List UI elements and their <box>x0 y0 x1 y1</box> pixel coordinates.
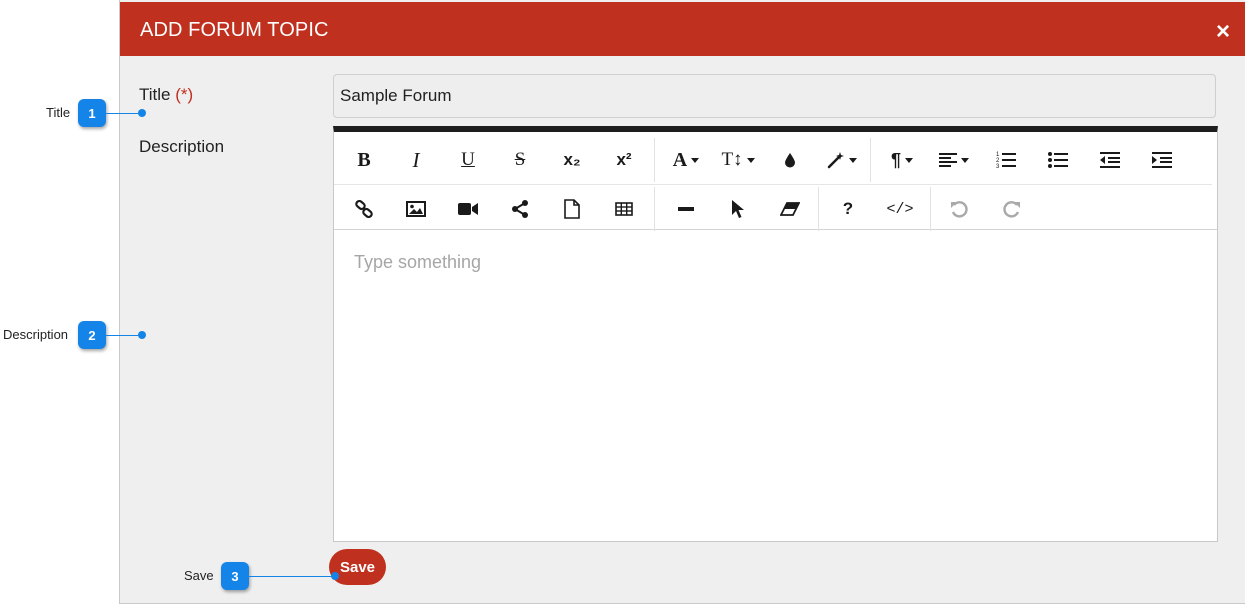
eraser-icon <box>780 202 800 216</box>
toolbar-row-2: ? </> <box>334 185 1212 233</box>
toolbar-separator <box>818 187 819 231</box>
cursor-icon <box>732 200 744 218</box>
chevron-down-icon <box>691 157 700 163</box>
toolbar-separator <box>930 187 931 231</box>
callout-badge-3: 3 <box>221 562 249 590</box>
insert-table-button[interactable] <box>602 189 646 229</box>
underline-button[interactable]: U <box>446 140 490 180</box>
insert-document-button[interactable] <box>550 189 594 229</box>
title-label-text: Title <box>139 85 171 104</box>
callout-label-save: Save <box>184 568 214 583</box>
italic-button[interactable]: I <box>394 140 438 180</box>
color-button[interactable] <box>768 140 812 180</box>
strikethrough-icon: S <box>514 149 526 170</box>
style-button[interactable] <box>820 140 864 180</box>
indent-button[interactable] <box>1140 140 1184 180</box>
underline-icon: U <box>461 149 475 170</box>
outdent-button[interactable] <box>1088 140 1132 180</box>
callout-leader-3 <box>249 576 335 577</box>
chevron-down-icon <box>961 157 969 163</box>
ordered-list-icon: 123 <box>996 152 1016 169</box>
video-icon <box>458 203 478 215</box>
callout-leader-1 <box>106 113 142 114</box>
callout-badge-2: 2 <box>78 321 106 349</box>
callout-dot-2 <box>138 331 146 339</box>
align-button[interactable] <box>932 140 976 180</box>
chevron-down-icon <box>905 157 913 163</box>
unordered-list-icon <box>1048 152 1068 168</box>
unordered-list-button[interactable] <box>1036 140 1080 180</box>
save-button[interactable]: Save <box>329 549 386 585</box>
indent-icon <box>1152 152 1172 168</box>
bold-button[interactable]: B <box>342 140 386 180</box>
align-left-icon <box>939 153 957 167</box>
editor-placeholder: Type something <box>354 252 482 272</box>
callout-label-description: Description <box>3 327 69 342</box>
modal-header: ADD FORUM TOPIC × <box>120 2 1245 56</box>
description-label: Description <box>139 137 225 156</box>
table-icon <box>615 202 633 216</box>
outdent-icon <box>1100 152 1120 168</box>
modal-title: ADD FORUM TOPIC <box>140 19 329 41</box>
add-forum-topic-modal: ADD FORUM TOPIC × Title (*) Description … <box>119 0 1245 604</box>
toolbar-separator <box>870 138 871 182</box>
toolbar-row-1: B I U S x₂ x² A T↕ ¶ 1 2 3 <box>334 136 1212 185</box>
link-button[interactable] <box>342 189 386 229</box>
font-size-button[interactable]: T↕ <box>716 140 760 180</box>
ordered-list-button[interactable]: 123 <box>984 140 1028 180</box>
callout-badge-1: 1 <box>78 99 106 127</box>
required-marker: (*) <box>175 85 194 104</box>
font-family-button[interactable]: A <box>664 140 708 180</box>
toolbar-separator <box>654 187 655 231</box>
callout-label-title: Title <box>46 105 71 120</box>
callout-leader-2 <box>106 335 142 336</box>
font-size-icon: T↕ <box>721 149 743 170</box>
bold-icon: B <box>357 148 371 171</box>
undo-icon <box>951 201 968 218</box>
select-button[interactable] <box>716 189 760 229</box>
editor-toolbar: B I U S x₂ x² A T↕ ¶ 1 2 3 ? </> <box>334 132 1217 233</box>
close-icon[interactable]: × <box>1216 20 1230 44</box>
horizontal-rule-icon <box>678 207 694 211</box>
paragraph-button[interactable]: ¶ <box>880 140 924 180</box>
redo-button[interactable] <box>990 189 1034 229</box>
clear-format-button[interactable] <box>768 189 812 229</box>
callout-dot-3 <box>331 572 339 580</box>
magic-wand-icon <box>827 152 844 169</box>
undo-button[interactable] <box>937 189 981 229</box>
help-icon: ? <box>842 199 854 218</box>
strikethrough-button[interactable]: S <box>498 140 542 180</box>
image-icon <box>406 201 426 217</box>
description-editor: B I U S x₂ x² A T↕ ¶ 1 2 3 ? </> Type so… <box>333 126 1218 542</box>
subscript-button[interactable]: x₂ <box>550 140 594 180</box>
code-view-button[interactable]: </> <box>878 189 922 229</box>
editor-content-area[interactable]: Type something <box>354 252 481 273</box>
help-button[interactable]: ? <box>826 189 870 229</box>
code-view-icon: </> <box>886 200 914 218</box>
subscript-icon: x₂ <box>563 150 581 169</box>
title-label: Title (*) <box>139 85 193 105</box>
link-icon <box>355 200 373 218</box>
paragraph-icon: ¶ <box>890 149 901 170</box>
color-drop-icon <box>785 153 795 168</box>
insert-video-button[interactable] <box>446 189 490 229</box>
share-button[interactable] <box>498 189 542 229</box>
chevron-down-icon <box>849 157 857 163</box>
title-input[interactable] <box>333 74 1216 118</box>
svg-text:3: 3 <box>996 164 1000 169</box>
redo-icon <box>1003 201 1020 218</box>
document-icon <box>564 199 580 219</box>
italic-icon: I <box>412 147 420 172</box>
superscript-icon: x² <box>616 150 632 169</box>
share-icon <box>512 200 528 218</box>
callout-dot-1 <box>138 109 146 117</box>
chevron-down-icon <box>746 157 755 163</box>
font-family-icon: A <box>672 148 688 171</box>
superscript-button[interactable]: x² <box>602 140 646 180</box>
toolbar-separator <box>654 138 655 182</box>
horizontal-rule-button[interactable] <box>664 189 708 229</box>
insert-image-button[interactable] <box>394 189 438 229</box>
